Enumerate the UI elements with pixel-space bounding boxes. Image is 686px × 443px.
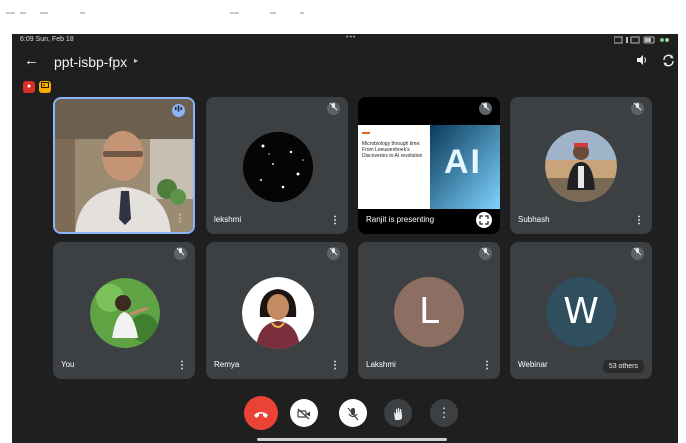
chevron-right-icon[interactable]: ▸	[134, 56, 138, 65]
call-controls: ⋮	[12, 387, 678, 443]
mic-off-icon	[174, 247, 187, 260]
participant-name: Ranjit is presenting	[366, 215, 435, 224]
participant-tile-webinar[interactable]: W Webinar 53 others	[510, 242, 652, 379]
back-arrow-icon[interactable]: ←	[24, 52, 39, 69]
fullscreen-icon[interactable]	[476, 212, 492, 228]
mic-off-icon	[631, 247, 644, 260]
participant-name: Remya	[214, 360, 240, 369]
end-call-button[interactable]	[244, 396, 278, 430]
more-options-icon[interactable]: ⋮	[177, 361, 187, 371]
camera-video-feed	[55, 99, 193, 232]
mic-off-icon	[327, 247, 340, 260]
avatar	[242, 277, 314, 349]
status-time: 6:09 Sun, Feb 18	[20, 36, 74, 43]
switch-camera-icon[interactable]	[662, 54, 675, 70]
battery-wifi-icon	[613, 36, 669, 44]
captions-icon[interactable]	[39, 81, 51, 93]
mic-toggle-button[interactable]	[339, 399, 367, 427]
more-options-icon[interactable]: ⋮	[330, 361, 340, 371]
participant-name: You	[61, 360, 75, 369]
participant-tile-video[interactable]: ⋮	[53, 97, 195, 234]
speaker-icon[interactable]	[636, 54, 648, 69]
more-options-icon[interactable]: ⋮	[330, 216, 340, 226]
meet-screen: 6:09 Sun, Feb 18 ••• ← ppt-isbp-fpx ▸ ●	[12, 34, 678, 443]
others-count-badge[interactable]: 53 others	[602, 360, 644, 373]
more-options-icon[interactable]: ⋮	[175, 214, 185, 224]
status-dots: •••	[346, 34, 357, 41]
participant-tile-presentation[interactable]: Microbiology through time: From Leeuwenh…	[358, 97, 500, 234]
home-indicator[interactable]	[257, 438, 447, 441]
participant-tile-you[interactable]: You ⋮	[53, 242, 195, 379]
more-options-button[interactable]: ⋮	[430, 399, 458, 427]
participant-name: Webinar	[518, 360, 548, 369]
speaking-icon	[172, 104, 185, 117]
more-options-icon[interactable]: ⋮	[634, 216, 644, 226]
avatar-letter: W	[546, 277, 616, 347]
participant-tile-subhash[interactable]: Subhash ⋮	[510, 97, 652, 234]
participant-name: Subhash	[518, 215, 550, 224]
title-bar: ← ppt-isbp-fpx ▸	[12, 50, 678, 76]
participant-name: lekshmi	[214, 215, 242, 224]
slide-title: Microbiology through time: From Leeuwenh…	[362, 141, 423, 159]
status-bar: 6:09 Sun, Feb 18 •••	[12, 34, 678, 46]
camera-toggle-button[interactable]	[290, 399, 318, 427]
participant-tile-remya[interactable]: Remya ⋮	[206, 242, 348, 379]
avatar	[545, 130, 617, 202]
participant-tile-lakshmi[interactable]: L Lakshmi ⋮	[358, 242, 500, 379]
recording-icon[interactable]: ●	[23, 81, 35, 93]
system-icons	[613, 36, 670, 46]
participant-name: Lakshmi	[366, 360, 396, 369]
mic-off-icon	[479, 247, 492, 260]
participant-tile-lekshmi[interactable]: lekshmi ⋮	[206, 97, 348, 234]
avatar	[90, 278, 160, 348]
avatar-letter: L	[394, 277, 464, 347]
mic-off-icon	[479, 102, 492, 115]
raise-hand-button[interactable]	[384, 399, 412, 427]
avatar	[243, 132, 313, 202]
top-margin	[0, 0, 686, 34]
meeting-title[interactable]: ppt-isbp-fpx	[54, 54, 127, 70]
more-options-icon[interactable]: ⋮	[482, 361, 492, 371]
mic-off-icon	[631, 102, 644, 115]
mic-off-icon	[327, 102, 340, 115]
slide-big-text: AI	[444, 143, 482, 181]
